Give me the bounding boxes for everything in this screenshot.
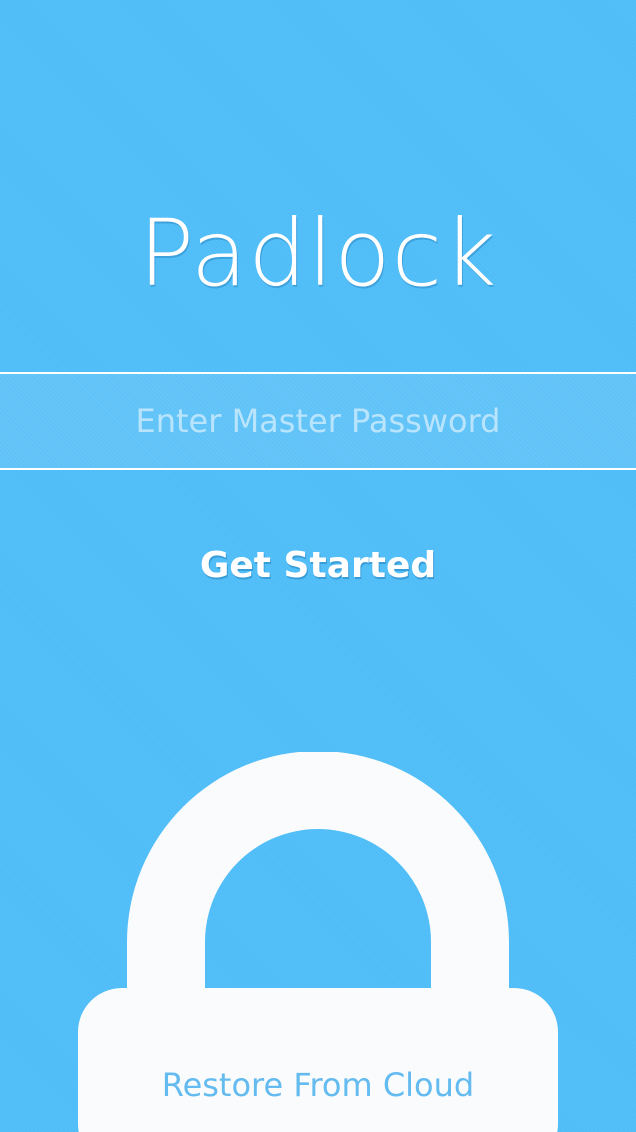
- restore-from-cloud-button[interactable]: Restore From Cloud: [78, 1058, 558, 1112]
- master-password-field[interactable]: [0, 372, 636, 470]
- get-started-button[interactable]: Get Started: [168, 528, 468, 602]
- master-password-input[interactable]: [0, 374, 636, 468]
- padlock-shackle: [127, 752, 509, 988]
- app-title: Padlock: [138, 200, 498, 307]
